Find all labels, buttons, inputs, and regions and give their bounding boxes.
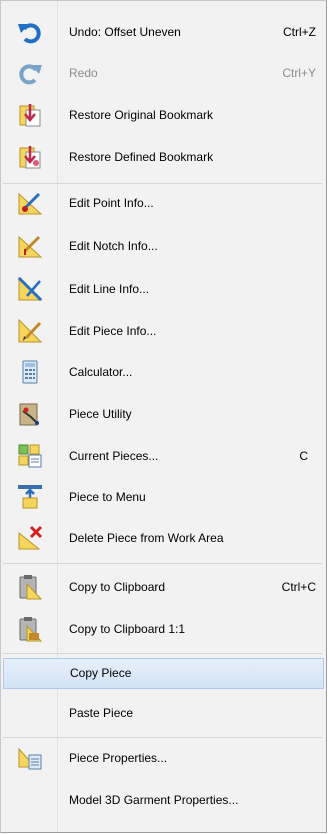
calculator-icon bbox=[17, 359, 43, 385]
menu-item-label: Paste Piece bbox=[69, 706, 134, 720]
menu-item-piece-utility[interactable]: Piece Utility bbox=[3, 399, 324, 429]
edit-notch-icon bbox=[17, 233, 43, 259]
menu-separator bbox=[3, 653, 322, 654]
menu-item-copy-to-clipboard[interactable]: Copy to Clipboard Ctrl+C bbox=[3, 572, 324, 602]
menu-item-edit-line-info[interactable]: Edit Line Info... bbox=[3, 274, 324, 304]
menu-item-label: Piece to Menu bbox=[69, 490, 146, 504]
menu-item-label: Copy Piece bbox=[70, 666, 132, 680]
context-menu: Undo: Offset Uneven Ctrl+Z Redo Ctrl+Y R… bbox=[0, 0, 327, 833]
menu-item-shortcut: Ctrl+Z bbox=[283, 25, 316, 39]
menu-item-edit-notch-info[interactable]: Edit Notch Info... bbox=[3, 231, 324, 261]
menu-item-label: Edit Point Info... bbox=[69, 196, 154, 210]
menu-item-label: Edit Line Info... bbox=[69, 282, 150, 296]
menu-separator bbox=[3, 183, 322, 184]
menu-item-label: Piece Properties... bbox=[69, 751, 168, 765]
undo-icon bbox=[17, 19, 43, 45]
menu-item-model-3d-garment-properties[interactable]: Model 3D Garment Properties... bbox=[3, 785, 324, 815]
clipboard-scale-icon bbox=[17, 616, 43, 642]
menu-item-restore-original-bookmark[interactable]: Restore Original Bookmark bbox=[3, 100, 324, 130]
menu-item-shortcut: Ctrl+C bbox=[281, 580, 316, 594]
bookmark-restore-icon bbox=[17, 102, 43, 128]
menu-item-label: Edit Piece Info... bbox=[69, 324, 157, 338]
menu-item-shortcut: C bbox=[299, 449, 308, 463]
menu-item-undo[interactable]: Undo: Offset Uneven Ctrl+Z bbox=[3, 17, 324, 47]
menu-item-label: Undo: Offset Uneven bbox=[69, 25, 181, 39]
menu-separator bbox=[3, 737, 322, 738]
menu-item-label: Restore Original Bookmark bbox=[69, 108, 214, 122]
menu-item-current-pieces[interactable]: Current Pieces... C bbox=[3, 441, 324, 471]
menu-item-restore-defined-bookmark[interactable]: Restore Defined Bookmark bbox=[3, 142, 324, 172]
piece-to-menu-icon bbox=[17, 484, 43, 510]
piece-properties-icon bbox=[17, 745, 43, 771]
menu-item-label: Copy to Clipboard bbox=[69, 580, 166, 594]
menu-item-redo[interactable]: Redo Ctrl+Y bbox=[3, 58, 324, 88]
delete-piece-icon bbox=[17, 525, 43, 551]
menu-item-label: Redo bbox=[69, 66, 98, 80]
menu-item-edit-point-info[interactable]: Edit Point Info... bbox=[3, 188, 324, 218]
menu-item-edit-piece-info[interactable]: Edit Piece Info... bbox=[3, 316, 324, 346]
menu-item-copy-piece[interactable]: Copy Piece bbox=[3, 658, 324, 689]
menu-item-shortcut: Ctrl+Y bbox=[282, 66, 316, 80]
menu-item-label: Calculator... bbox=[69, 365, 133, 379]
menu-item-label: Piece Utility bbox=[69, 407, 132, 421]
menu-separator bbox=[3, 563, 322, 564]
menu-item-label: Restore Defined Bookmark bbox=[69, 150, 214, 164]
menu-item-copy-to-clipboard-1-1[interactable]: Copy to Clipboard 1:1 bbox=[3, 614, 324, 644]
menu-item-label: Current Pieces... bbox=[69, 449, 159, 463]
clipboard-icon bbox=[17, 574, 43, 600]
current-pieces-icon bbox=[17, 443, 43, 469]
menu-item-piece-properties[interactable]: Piece Properties... bbox=[3, 743, 324, 773]
edit-piece-icon bbox=[17, 318, 43, 344]
menu-item-label: Delete Piece from Work Area bbox=[69, 531, 224, 545]
menu-item-paste-piece[interactable]: Paste Piece bbox=[3, 698, 324, 728]
menu-item-label: Copy to Clipboard 1:1 bbox=[69, 622, 186, 636]
menu-item-piece-to-menu[interactable]: Piece to Menu bbox=[3, 482, 324, 512]
redo-icon bbox=[17, 60, 43, 86]
menu-item-delete-piece[interactable]: Delete Piece from Work Area bbox=[3, 523, 324, 553]
edit-line-icon bbox=[17, 276, 43, 302]
menu-item-label: Model 3D Garment Properties... bbox=[69, 793, 239, 807]
menu-item-calculator[interactable]: Calculator... bbox=[3, 357, 324, 387]
menu-item-label: Edit Notch Info... bbox=[69, 239, 158, 253]
piece-utility-icon bbox=[17, 401, 43, 427]
edit-point-icon bbox=[17, 190, 43, 216]
bookmark-defined-icon bbox=[17, 144, 43, 170]
